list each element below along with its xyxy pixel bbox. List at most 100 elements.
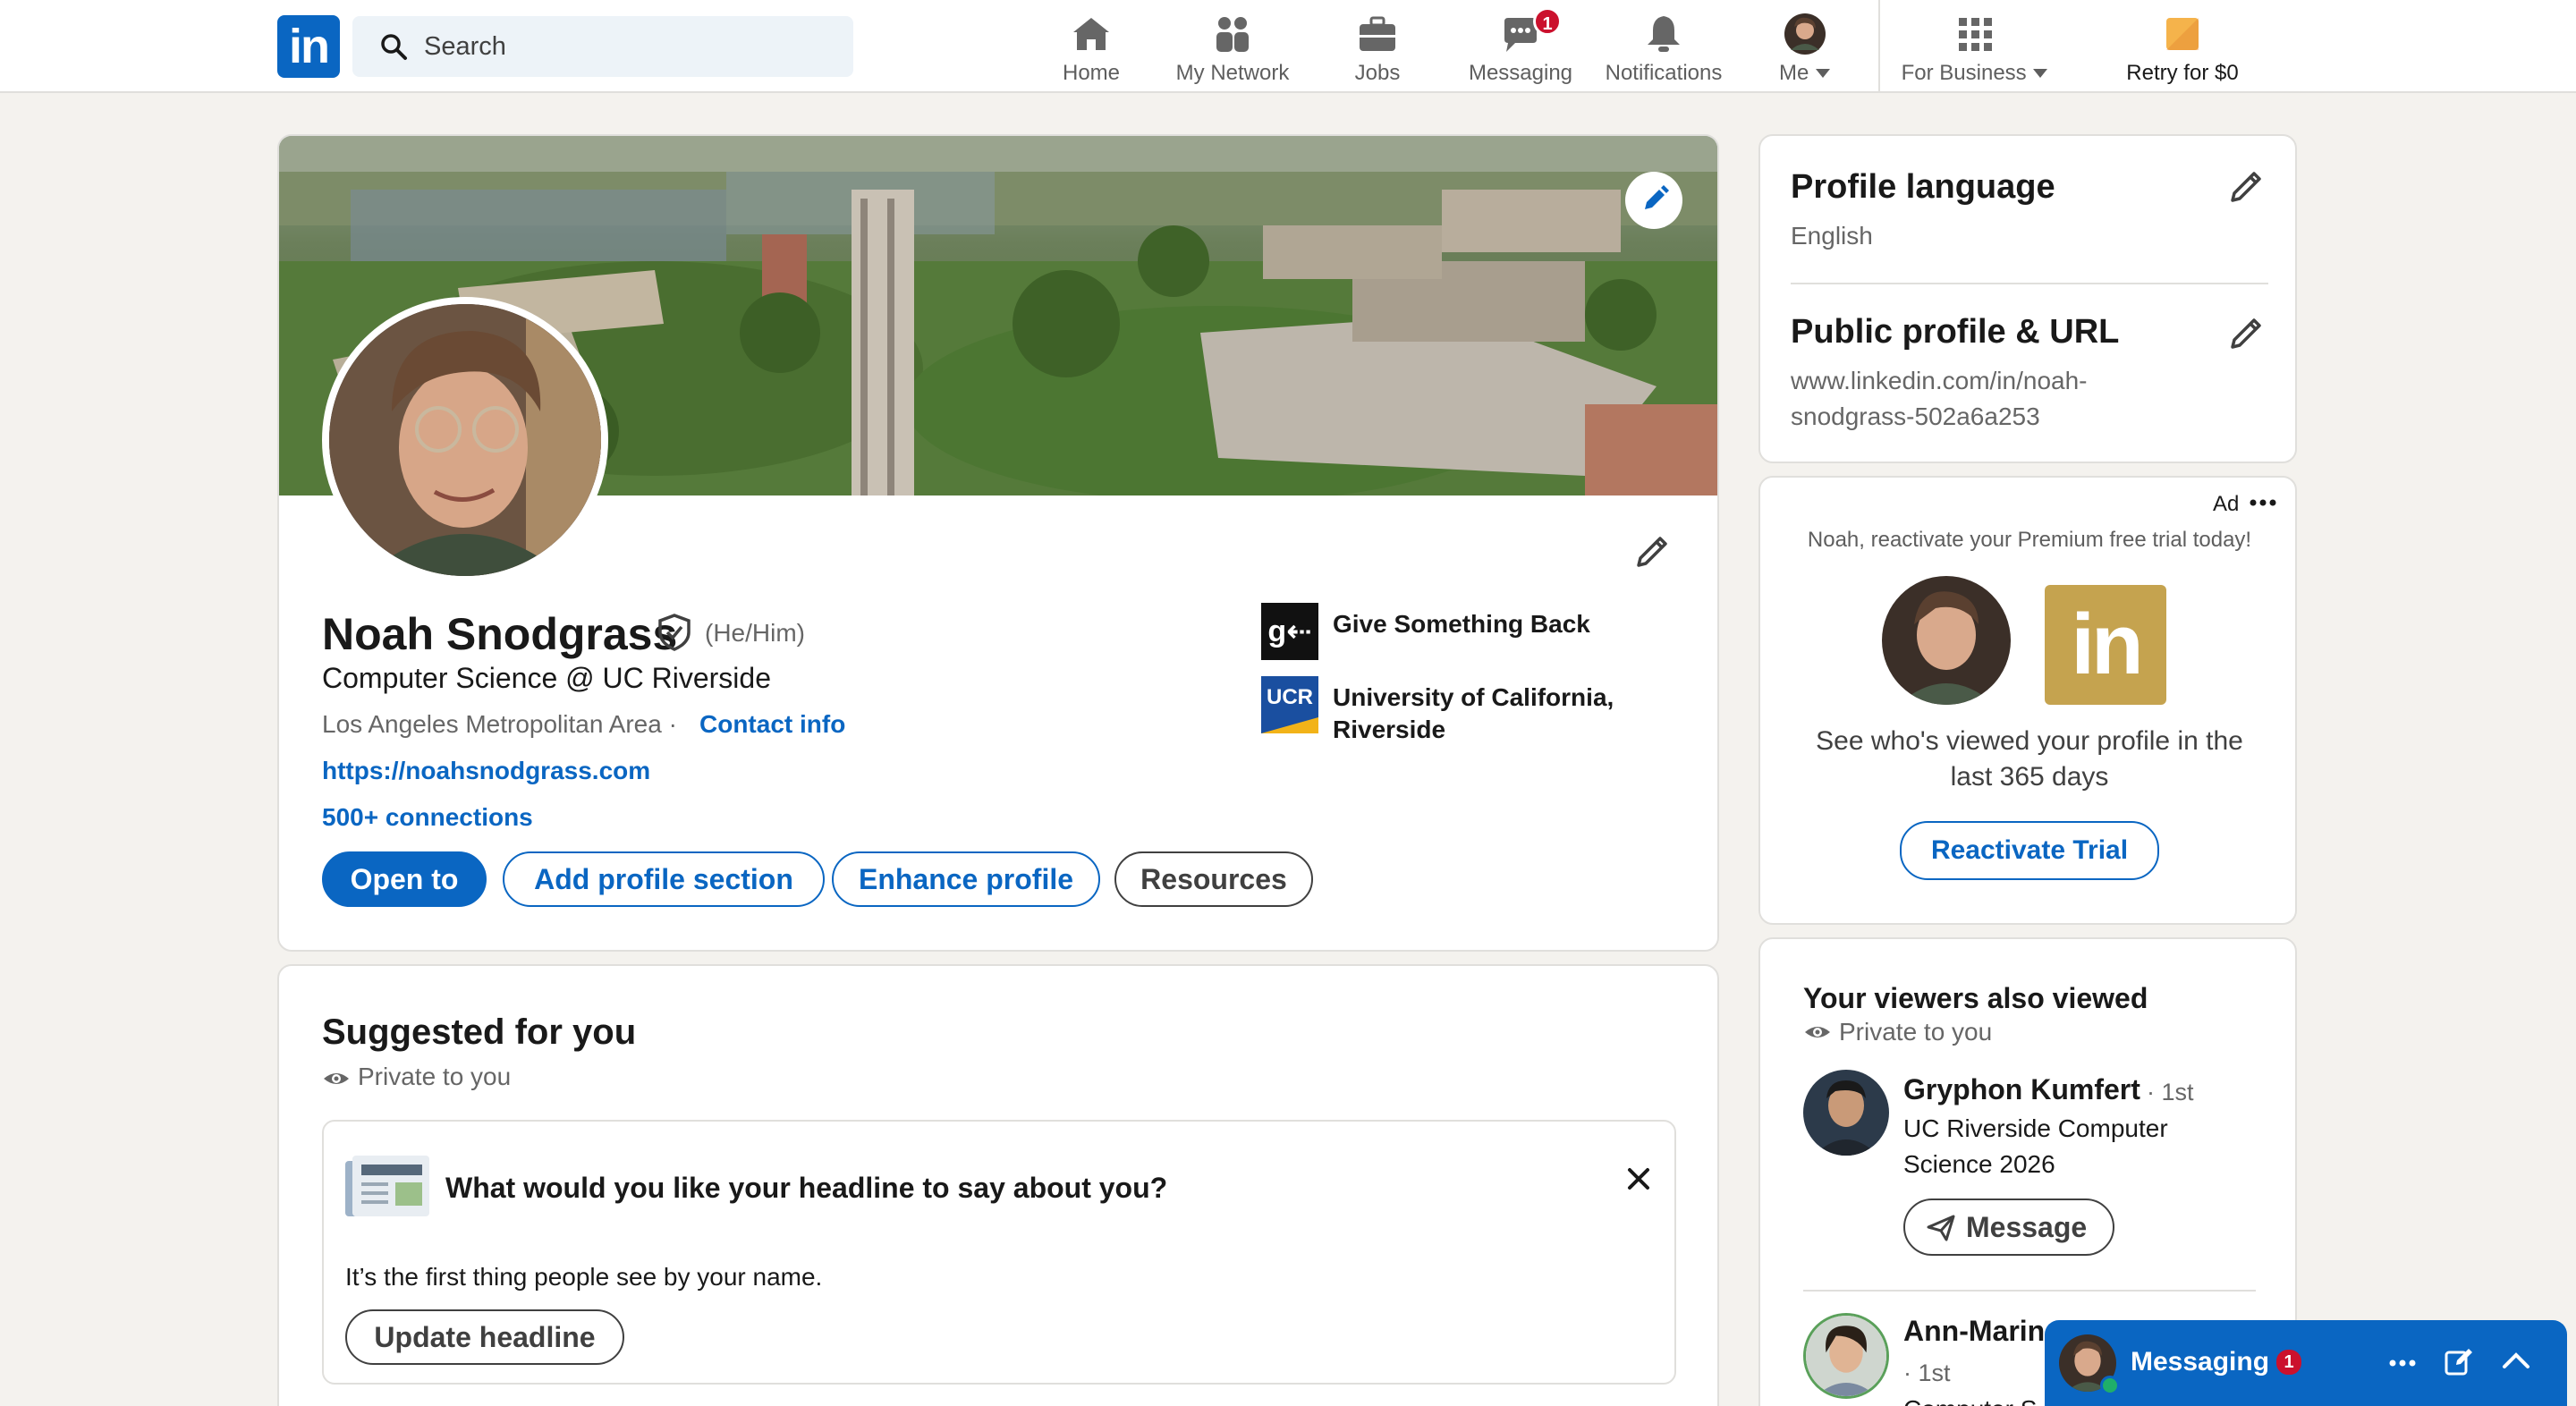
profile-headline: Computer Science @ UC Riverside [322, 662, 771, 694]
divider [1791, 283, 2268, 284]
viewer-degree: · 1st [1903, 1359, 1951, 1386]
profile-language-value: English [1791, 222, 1873, 250]
nav-jobs-label: Jobs [1354, 61, 1401, 85]
profile-card: Noah Snodgrass (He/Him) Computer Science… [277, 134, 1719, 952]
search-input[interactable]: Search [352, 16, 853, 77]
viewer-avatar[interactable] [1803, 1313, 1889, 1399]
private-label: Private to you [1839, 1018, 1993, 1046]
profile-photo-image [329, 304, 601, 576]
nav-home-label: Home [1062, 61, 1121, 85]
nav-notifications-label: Notifications [1605, 61, 1723, 85]
suggested-title: Suggested for you [322, 1012, 637, 1052]
nav-retry-label: Retry for $0 [2126, 61, 2239, 85]
suggestion-text: It’s the first thing people see by your … [345, 1263, 823, 1291]
contact-info-link[interactable]: Contact info [699, 710, 845, 739]
briefcase-icon [1360, 16, 1395, 51]
linkedin-logo[interactable]: in [277, 15, 340, 78]
home-icon [1073, 18, 1109, 50]
nav-my-network[interactable]: My Network [1163, 7, 1302, 88]
nav-my-network-label: My Network [1175, 61, 1290, 85]
avatar [1784, 13, 1826, 55]
pronouns: (He/Him) [705, 619, 805, 647]
avatar [1806, 1316, 1886, 1396]
nav-home[interactable]: Home [1046, 7, 1136, 88]
divider [1803, 1290, 2256, 1292]
viewer-degree: · 1st [2147, 1079, 2194, 1105]
update-headline-button[interactable]: Update headline [345, 1309, 624, 1365]
premium-ad-card: Ad Noah, reactivate your Premium free tr… [1758, 476, 2297, 925]
org-give-something-back[interactable]: g⇠ Give Something Back [1261, 603, 1673, 660]
compose-icon[interactable] [2444, 1347, 2474, 1377]
open-to-button[interactable]: Open to [322, 851, 487, 907]
nav-retry-premium[interactable]: Retry for $0 [2111, 7, 2254, 88]
pencil-icon [1645, 185, 1669, 209]
ad-line2: last 365 days [1950, 762, 2109, 792]
profile-name: Noah Snodgrass [322, 609, 678, 659]
private-label: Private to you [358, 1063, 512, 1090]
edit-url-pencil-icon[interactable] [2225, 311, 2268, 354]
send-icon [1927, 1215, 1955, 1241]
nav-notifications[interactable]: Notifications [1592, 7, 1735, 88]
close-icon[interactable] [1621, 1161, 1657, 1197]
eye-icon [324, 1073, 349, 1084]
public-profile-url-line1: www.linkedin.com/in/noah- [1791, 367, 2088, 394]
nav-divider [1878, 0, 1880, 93]
edit-language-pencil-icon[interactable] [2225, 165, 2268, 208]
avatar [1882, 576, 2011, 705]
premium-icon [2166, 18, 2199, 50]
more-options-icon[interactable] [2249, 495, 2277, 510]
messaging-overlay-bar[interactable]: Messaging 1 [2045, 1320, 2567, 1406]
online-status-dot [2100, 1376, 2120, 1395]
ad-line1: See who's viewed your profile in the [1816, 726, 2243, 756]
ad-user-avatar [1882, 576, 2011, 705]
viewer-headline-line2: Science 2026 [1903, 1150, 2055, 1178]
nav-messaging[interactable]: 1 Messaging [1458, 7, 1583, 88]
edit-intro-button[interactable] [1631, 529, 1674, 572]
top-navigation-bar: in Search Home My Network Jobs 1 Messagi… [0, 0, 2576, 93]
suggestion-question: What would you like your headline to say… [445, 1172, 1168, 1204]
pencil-icon [1637, 537, 1667, 567]
network-icon [1216, 17, 1249, 52]
newspaper-icon [345, 1156, 429, 1216]
profile-photo[interactable] [322, 297, 608, 583]
nav-jobs[interactable]: Jobs [1333, 7, 1422, 88]
reactivate-trial-button[interactable]: Reactivate Trial [1900, 821, 2159, 880]
profile-settings-card: Profile language English Public profile … [1758, 134, 2297, 463]
viewer-avatar[interactable] [1803, 1070, 1889, 1156]
give-something-back-logo: g⇠ [1261, 603, 1318, 660]
search-icon [381, 34, 407, 60]
viewer-name[interactable]: Gryphon Kumfert [1903, 1073, 2140, 1106]
chevron-up-icon[interactable] [2501, 1349, 2531, 1372]
viewer-name[interactable]: Ann-Marin [1903, 1315, 2045, 1348]
chevron-down-icon [1816, 69, 1830, 78]
viewer-headline-line1: Computer S [1903, 1395, 2037, 1406]
messaging-badge: 1 [1533, 7, 1562, 36]
org-uc-riverside[interactable]: UCR University of California, Riverside [1261, 676, 1673, 743]
eye-icon [1805, 1027, 1830, 1038]
ad-promo-text: Noah, reactivate your Premium free trial… [1807, 528, 2252, 552]
ucr-logo: UCR [1261, 676, 1318, 733]
verified-shield-icon[interactable] [655, 613, 694, 652]
search-placeholder: Search [424, 32, 506, 61]
viewers-title: Your viewers also viewed [1803, 982, 2148, 1014]
nav-for-business-label: For Business [1894, 61, 2055, 86]
bell-icon [1648, 16, 1680, 52]
enhance-profile-button[interactable]: Enhance profile [832, 851, 1100, 907]
connections-link[interactable]: 500+ connections [322, 803, 533, 832]
public-profile-url-line2: snodgrass-502a6a253 [1791, 402, 2040, 430]
suggested-for-you-card: Suggested for you Private to you What wo… [277, 964, 1719, 1406]
nav-for-business[interactable]: For Business [1894, 7, 2055, 88]
avatar [1803, 1070, 1889, 1156]
resources-button[interactable]: Resources [1114, 851, 1313, 907]
headline-suggestion: What would you like your headline to say… [322, 1120, 1676, 1385]
linkedin-premium-logo: in [2045, 585, 2166, 705]
message-button[interactable]: Message [1903, 1198, 2114, 1256]
website-link[interactable]: https://noahsnodgrass.com [322, 757, 650, 785]
edit-cover-button[interactable] [1625, 172, 1682, 229]
nav-me[interactable]: Me [1760, 7, 1850, 88]
public-profile-title: Public profile & URL [1791, 313, 2120, 351]
org-name: University of California, Riverside [1333, 683, 1614, 743]
more-options-icon[interactable] [2388, 1356, 2417, 1370]
add-profile-section-button[interactable]: Add profile section [503, 851, 825, 907]
messaging-label: Messaging [2131, 1347, 2270, 1376]
